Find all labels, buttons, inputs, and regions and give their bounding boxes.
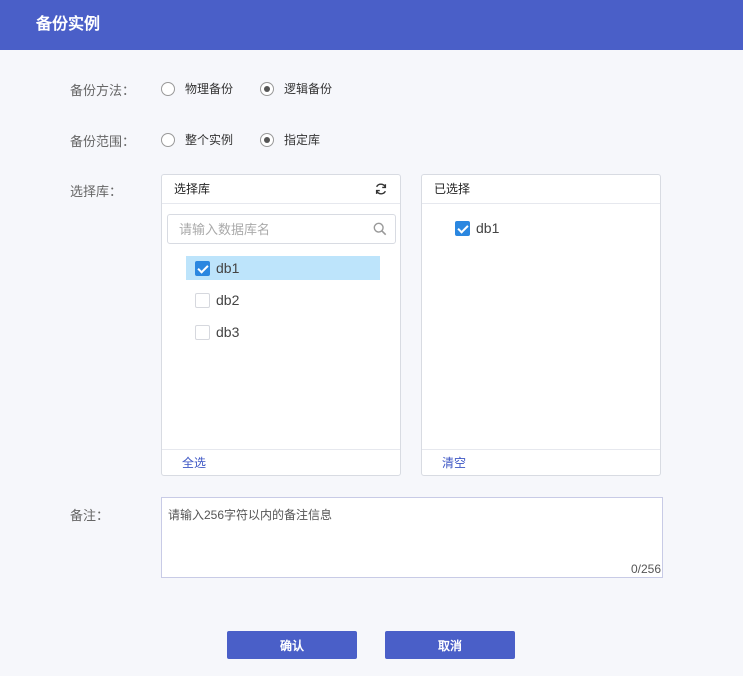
selected-db-panel: 已选择 db1 清空 bbox=[421, 174, 661, 476]
dialog-header: 备份实例 bbox=[0, 0, 743, 50]
cancel-button[interactable]: 取消 bbox=[385, 631, 515, 659]
confirm-button[interactable]: 确认 bbox=[227, 631, 357, 659]
dialog-title: 备份实例 bbox=[36, 16, 101, 33]
db2-checkbox[interactable] bbox=[195, 292, 210, 308]
selected-panel-header: 已选择 bbox=[422, 175, 660, 204]
db-search-input[interactable] bbox=[168, 215, 363, 243]
radio-whole-instance[interactable]: 整个实例 bbox=[161, 131, 233, 148]
db2-label: db2 bbox=[216, 292, 240, 308]
radio-physical-label: 物理备份 bbox=[185, 82, 234, 96]
db1-label: db1 bbox=[216, 260, 240, 276]
clear-link[interactable]: 清空 bbox=[422, 449, 660, 475]
radio-specified-db[interactable]: 指定库 bbox=[260, 131, 320, 148]
db-list-item-db1[interactable]: db1 bbox=[186, 256, 380, 280]
radio-whole-label: 整个实例 bbox=[185, 133, 234, 147]
selected-list-item-db1[interactable]: db1 bbox=[446, 216, 640, 240]
radio-logical-label: 逻辑备份 bbox=[284, 82, 333, 96]
radio-specified-label: 指定库 bbox=[284, 133, 321, 147]
selected-db1-checkbox[interactable] bbox=[455, 220, 470, 236]
remark-box: 0/256 bbox=[161, 497, 663, 578]
backup-method-group: 物理备份 逻辑备份 bbox=[161, 80, 359, 97]
db-list-item-db3[interactable]: db3 bbox=[186, 320, 380, 344]
search-icon[interactable] bbox=[373, 222, 387, 236]
db3-label: db3 bbox=[216, 324, 240, 340]
select-all-link[interactable]: 全选 bbox=[162, 449, 400, 475]
selected-db1-label: db1 bbox=[476, 220, 500, 236]
source-db-panel: 选择库 db1 db2 db3 全选 bbox=[161, 174, 401, 476]
radio-specified-circle[interactable] bbox=[260, 132, 275, 147]
radio-physical-circle[interactable] bbox=[161, 81, 175, 96]
db1-checkbox[interactable] bbox=[195, 260, 210, 276]
db-list-item-db2[interactable]: db2 bbox=[186, 288, 380, 312]
db3-checkbox[interactable] bbox=[195, 324, 210, 340]
radio-physical-backup[interactable]: 物理备份 bbox=[161, 80, 233, 97]
radio-logical-circle[interactable] bbox=[260, 81, 275, 96]
select-db-label: 选择库： bbox=[70, 184, 123, 199]
db-search-box bbox=[167, 214, 396, 244]
backup-method-label: 备份方法： bbox=[70, 83, 136, 98]
selected-panel-title: 已选择 bbox=[434, 182, 471, 196]
refresh-icon[interactable] bbox=[374, 182, 388, 196]
remark-label: 备注： bbox=[70, 508, 110, 523]
radio-logical-backup[interactable]: 逻辑备份 bbox=[260, 80, 332, 97]
radio-whole-circle[interactable] bbox=[161, 132, 175, 147]
remark-counter: 0/256 bbox=[630, 562, 661, 576]
source-panel-title: 选择库 bbox=[174, 182, 211, 196]
backup-scope-group: 整个实例 指定库 bbox=[161, 131, 347, 148]
source-panel-header: 选择库 bbox=[162, 175, 400, 204]
remark-textarea[interactable] bbox=[162, 498, 662, 577]
backup-scope-label: 备份范围： bbox=[70, 134, 136, 149]
